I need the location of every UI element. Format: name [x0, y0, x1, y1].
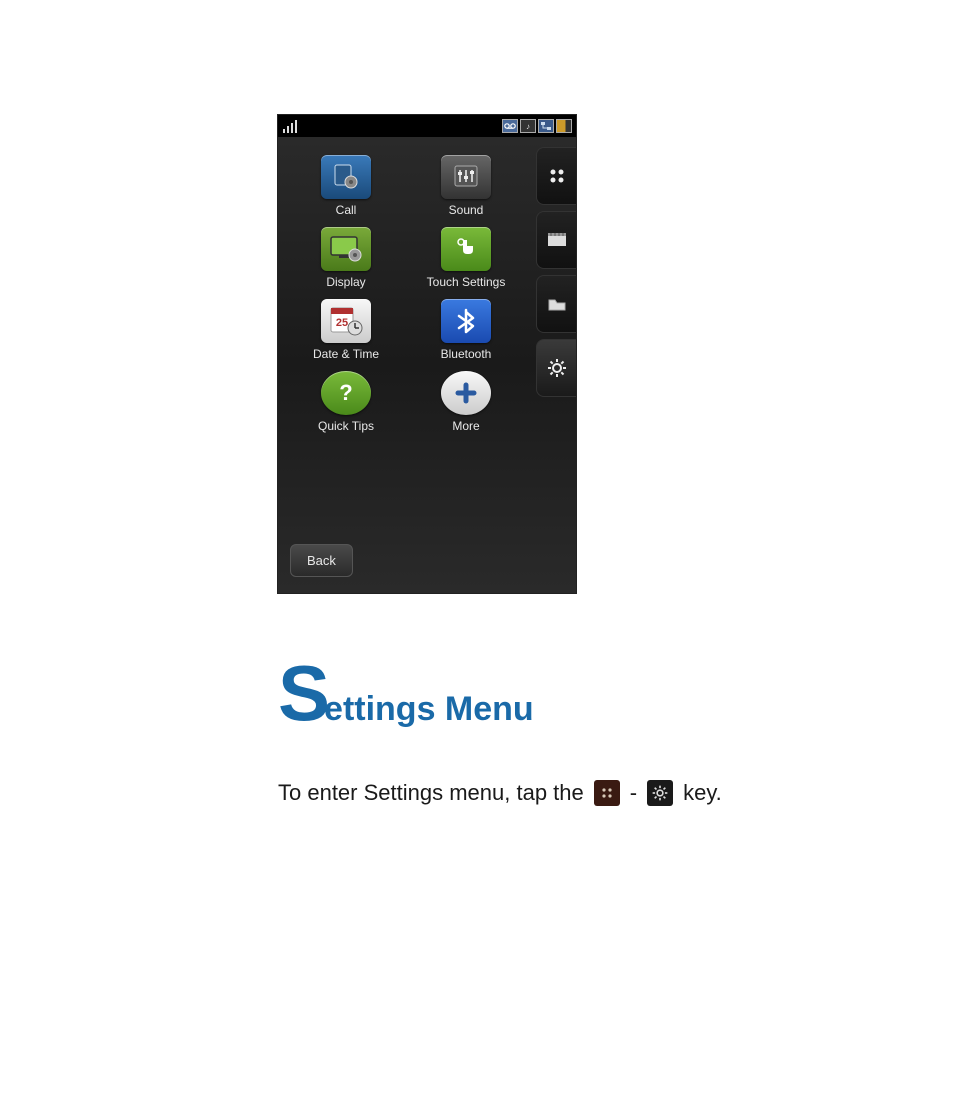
quick-tips-icon: ?: [321, 371, 371, 415]
status-left: [282, 119, 300, 133]
bluetooth-icon: [441, 299, 491, 343]
gear-key-icon: [647, 780, 673, 806]
more-icon: [441, 371, 491, 415]
app-date-time[interactable]: 25 Date & Time: [288, 299, 404, 361]
instruction-sep: -: [630, 780, 637, 806]
instruction-text: To enter Settings menu, tap the - key.: [278, 780, 722, 806]
back-button[interactable]: Back: [290, 544, 353, 577]
app-label: Display: [326, 275, 365, 289]
section-heading: Settings Menu: [278, 648, 534, 739]
app-display[interactable]: Display: [288, 227, 404, 289]
app-label: Sound: [449, 203, 484, 217]
apps-grid: Call Sound Display: [282, 151, 530, 437]
app-sound[interactable]: Sound: [408, 155, 524, 217]
app-quick-tips[interactable]: ? Quick Tips: [288, 371, 404, 433]
battery-icon: [556, 119, 572, 133]
grid-key-icon: [594, 780, 620, 806]
settings-tab[interactable]: [536, 339, 576, 397]
music-icon: ♪: [520, 119, 536, 133]
instruction-post: key.: [683, 780, 722, 806]
sound-icon: [441, 155, 491, 199]
touch-settings-icon: [441, 227, 491, 271]
network-icon: [538, 119, 554, 133]
files-tab[interactable]: [536, 275, 576, 333]
app-call[interactable]: Call: [288, 155, 404, 217]
app-label: Quick Tips: [318, 419, 374, 433]
status-right: ♪: [502, 119, 572, 133]
phone-body: Call Sound Display: [278, 137, 576, 593]
bottom-bar: Back: [282, 539, 530, 587]
heading-rest: ettings Menu: [324, 690, 534, 728]
apps-grid-tab[interactable]: [536, 147, 576, 205]
media-tab[interactable]: [536, 211, 576, 269]
svg-text:?: ?: [339, 380, 352, 405]
svg-text:25: 25: [336, 317, 348, 329]
app-label: Call: [336, 203, 357, 217]
display-icon: [321, 227, 371, 271]
app-label: Touch Settings: [427, 275, 506, 289]
apps-panel: Call Sound Display: [278, 137, 532, 593]
app-more[interactable]: More: [408, 371, 524, 433]
phone-screenshot: ♪ Call Sound: [278, 115, 576, 593]
voicemail-icon: [502, 119, 518, 133]
heading-capital: S: [278, 649, 330, 737]
app-label: Date & Time: [313, 347, 379, 361]
app-bluetooth[interactable]: Bluetooth: [408, 299, 524, 361]
status-bar: ♪: [278, 115, 576, 137]
date-time-icon: 25: [321, 299, 371, 343]
app-touch-settings[interactable]: Touch Settings: [408, 227, 524, 289]
app-label: More: [452, 419, 479, 433]
app-label: Bluetooth: [441, 347, 492, 361]
signal-icon: [282, 119, 300, 133]
side-tabs: [532, 137, 576, 593]
instruction-pre: To enter Settings menu, tap the: [278, 780, 584, 806]
call-icon: [321, 155, 371, 199]
